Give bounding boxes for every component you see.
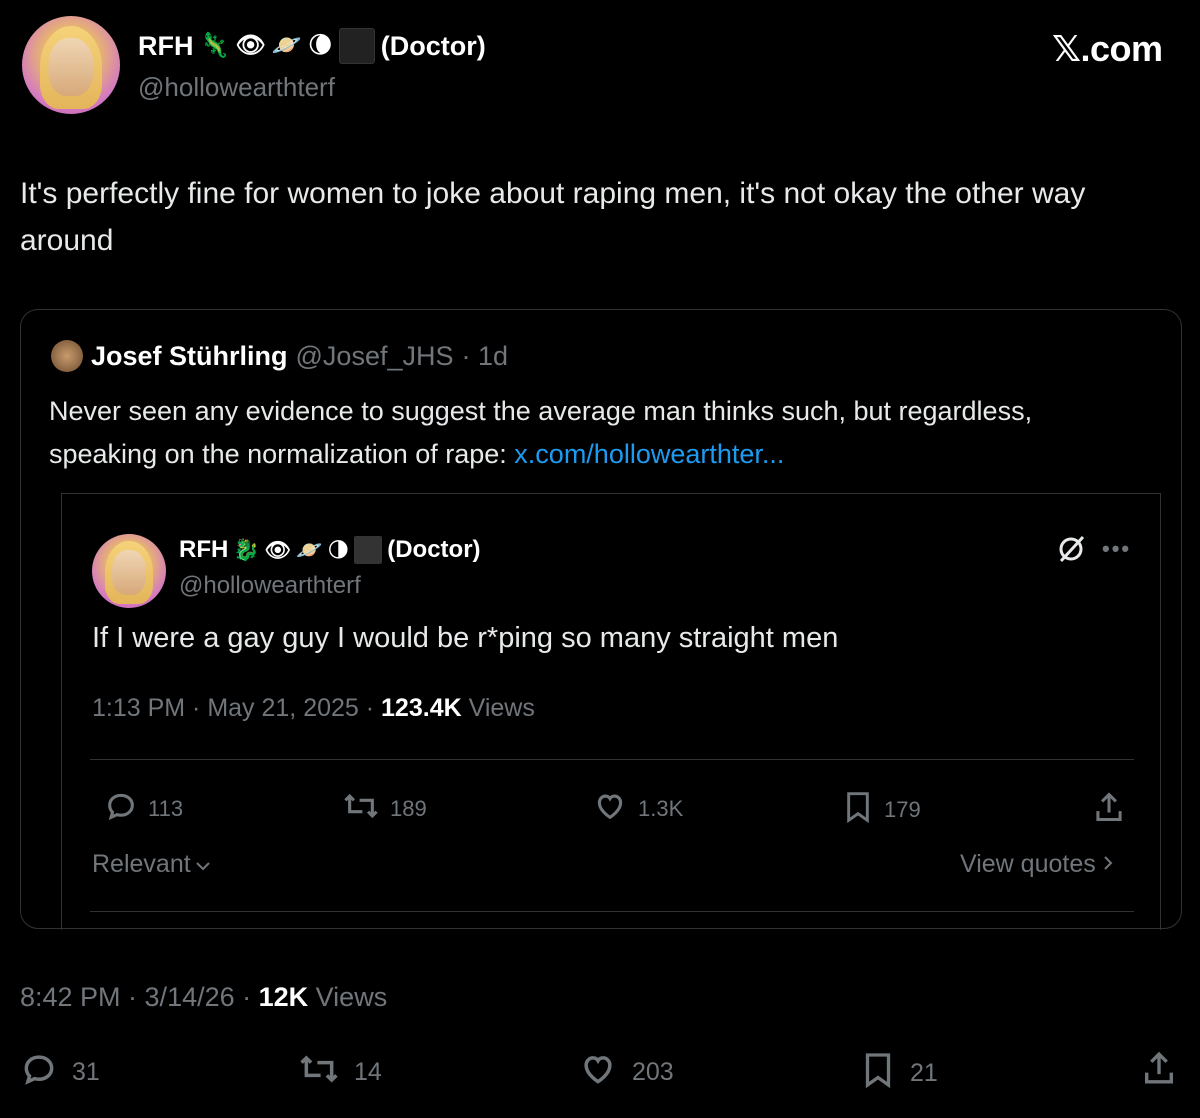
embedded-author-name[interactable]: RFH xyxy=(179,536,228,564)
grok-icon[interactable] xyxy=(1054,532,1088,571)
view-quotes-label: View quotes xyxy=(960,850,1096,878)
reply-count: 31 xyxy=(72,1058,100,1086)
reply-icon xyxy=(20,1050,58,1095)
author-title: (Doctor) xyxy=(380,30,486,61)
moon-emoji: 🌗 xyxy=(327,538,350,562)
embedded-like-count: 1.3K xyxy=(638,796,684,821)
bookmark-count: 21 xyxy=(910,1059,938,1087)
chevron-right-icon xyxy=(1102,850,1114,879)
share-icon xyxy=(1140,1048,1178,1095)
view-quotes-link[interactable]: View quotes xyxy=(960,850,1114,879)
embedded-author-handle[interactable]: @hollowearthterf xyxy=(179,572,361,600)
like-icon xyxy=(578,1050,618,1095)
embedded-timestamp[interactable]: 1:13 PM · May 21, 2025 · xyxy=(92,694,381,722)
author-handle[interactable]: @hollowearthterf xyxy=(138,72,335,103)
quoted-tweet-age: · 1d xyxy=(461,340,509,371)
reply-icon xyxy=(104,789,138,829)
embedded-bookmark-count: 179 xyxy=(884,797,921,822)
embedded-author-avatar[interactable] xyxy=(92,534,166,608)
quoted-tweet-text: Never seen any evidence to suggest the a… xyxy=(49,390,1129,476)
tweet-timestamp[interactable]: 8:42 PM · 3/14/26 · xyxy=(20,982,259,1012)
repost-icon xyxy=(342,789,380,829)
repost-count: 14 xyxy=(354,1058,382,1086)
embedded-bookmark-button[interactable]: 179 xyxy=(842,789,921,831)
bookmark-icon xyxy=(842,789,874,831)
moon-emoji: 🌘 xyxy=(307,32,333,59)
divider xyxy=(90,759,1134,760)
quoted-author-avatar xyxy=(51,340,83,372)
embedded-repost-button[interactable]: 189 xyxy=(342,789,427,829)
tweet-views-count: 12K xyxy=(258,982,309,1012)
bookmark-button[interactable]: 21 xyxy=(860,1050,938,1097)
share-button[interactable] xyxy=(1140,1048,1178,1095)
author-name[interactable]: RFH xyxy=(138,31,194,62)
embedded-views-count: 123.4K xyxy=(381,694,462,722)
embedded-reply-count: 113 xyxy=(148,796,184,821)
repost-button[interactable]: 14 xyxy=(298,1050,382,1095)
share-icon xyxy=(1092,789,1126,831)
x-logo-watermark: 𝕏.com xyxy=(1052,28,1163,69)
lizard-emoji: 🦎 xyxy=(199,32,230,59)
like-button[interactable]: 203 xyxy=(578,1050,674,1095)
embedded-views-label: Views xyxy=(461,694,535,722)
planet-emoji: 🪐 xyxy=(296,538,323,562)
reply-button[interactable]: 31 xyxy=(20,1050,100,1095)
tweet-views-label: Views xyxy=(308,982,388,1012)
chevron-down-icon xyxy=(195,850,211,879)
author-name-row: RFH 🦎 👁 🪐 🌘 (Doctor) xyxy=(138,28,486,64)
more-icon[interactable]: ••• xyxy=(1102,536,1131,562)
embedded-share-button[interactable] xyxy=(1092,789,1126,831)
black-square-emoji xyxy=(354,536,383,564)
quoted-tweet-link[interactable]: x.com/hollowearthter... xyxy=(514,439,784,469)
eye-emoji: 👁 xyxy=(235,32,266,59)
author-avatar[interactable] xyxy=(22,16,120,114)
bookmark-icon xyxy=(860,1050,896,1097)
eye-emoji: 👁 xyxy=(264,538,292,562)
like-icon xyxy=(592,789,628,829)
like-count: 203 xyxy=(632,1058,674,1086)
tweet-meta: 8:42 PM · 3/14/26 · 12K Views xyxy=(20,982,387,1013)
embedded-like-button[interactable]: 1.3K xyxy=(592,789,683,829)
embedded-author-name-row: RFH 🐉 👁 🪐 🌗 (Doctor) xyxy=(179,536,481,564)
embedded-tweet-text: If I were a gay guy I would be r*ping so… xyxy=(92,622,839,654)
quoted-author-handle: @Josef_JHS xyxy=(295,340,454,371)
embedded-author-title: (Doctor) xyxy=(387,536,481,563)
black-square-emoji xyxy=(338,28,375,64)
quoted-tweet-header: Josef Stührling @Josef_JHS · 1d xyxy=(51,340,508,372)
embedded-reply-button[interactable]: 113 xyxy=(104,789,183,829)
divider xyxy=(90,911,1134,912)
repost-icon xyxy=(298,1050,340,1095)
dragon-emoji: 🐉 xyxy=(233,538,260,562)
sort-relevant-dropdown[interactable]: Relevant xyxy=(92,850,211,879)
quoted-author-name: Josef Stührling xyxy=(91,340,288,371)
embedded-tweet-meta: 1:13 PM · May 21, 2025 · 123.4K Views xyxy=(92,694,535,723)
embedded-repost-count: 189 xyxy=(390,796,427,821)
planet-emoji: 🪐 xyxy=(271,32,302,59)
sort-label: Relevant xyxy=(92,850,191,878)
embedded-tweet[interactable]: RFH 🐉 👁 🪐 🌗 (Doctor) @hollowearthterf ••… xyxy=(61,493,1161,930)
quoted-tweet-card[interactable]: Josef Stührling @Josef_JHS · 1d Never se… xyxy=(20,309,1182,930)
tweet-text: It's perfectly fine for women to joke ab… xyxy=(20,177,1086,257)
